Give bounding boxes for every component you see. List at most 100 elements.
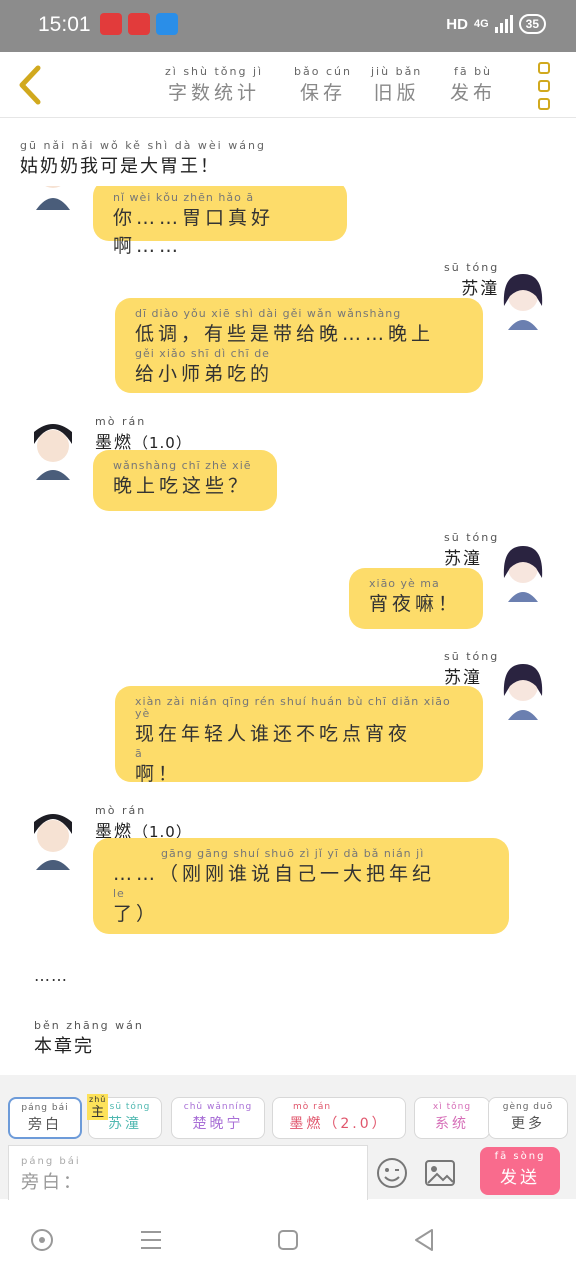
sender-pinyin: mò rán <box>95 804 147 817</box>
tag-label: 主 <box>91 1105 105 1120</box>
message-text: 了） <box>113 903 160 925</box>
chip-pinyin: xì tǒng <box>432 1102 472 1112</box>
role-chip-system[interactable]: xì tǒng 系统 <box>414 1097 490 1139</box>
avatar-sutong[interactable] <box>498 538 548 602</box>
sender-pinyin: sū tóng <box>444 261 500 274</box>
message-pinyin: xiāo yè ma <box>369 577 440 590</box>
message-pinyin: wǎnshàng chī zhè xiē <box>113 459 252 472</box>
sender-name: mò rán 墨燃（1.0） <box>95 804 192 843</box>
send-label: 发送 <box>500 1168 540 1188</box>
system-nav-bar <box>0 1200 576 1280</box>
message-pinyin: xiàn zài nián qīng rén shuí huán bù chī … <box>135 695 451 720</box>
chip-label: 墨燃（2.0） <box>289 1116 389 1132</box>
signal-label: 4G <box>473 18 489 30</box>
role-chip-sutong[interactable]: zhǔ 主 sū tóng 苏潼 <box>87 1094 162 1139</box>
app-k-icon <box>156 13 178 35</box>
avatar-moran[interactable] <box>28 806 78 870</box>
baidu-paw-icon <box>128 13 150 35</box>
message-text: ……（刚刚谁说自己一大把年纪 <box>113 863 436 885</box>
chat-title-pinyin: gū nǎi nǎi wǒ kě shì dà wèi wáng <box>20 139 266 152</box>
avatar-sutong[interactable] <box>498 656 548 720</box>
tab-word-count[interactable]: zì shù tǒng jì 字数统计 <box>165 66 263 105</box>
message-text: 现在年轻人谁还不吃点宵夜 <box>135 723 412 745</box>
chat-title: gū nǎi nǎi wǒ kě shì dà wèi wáng 姑奶奶我可是大… <box>20 140 266 178</box>
message-text: 啊！ <box>135 763 182 785</box>
narration-text: …… <box>34 966 68 985</box>
main-role-tag: zhǔ 主 <box>87 1094 109 1120</box>
image-icon[interactable] <box>424 1159 456 1187</box>
sender-name: sū tóng 苏潼 <box>444 650 500 689</box>
tab-publish-pinyin: fā bù <box>453 65 493 78</box>
message-text: 给小师弟吃的 <box>135 363 274 385</box>
app-root: 15:01 HD 4G 35 zì shù tǒng jì 字数统计 bǎo c… <box>0 0 576 1280</box>
home-icon[interactable] <box>274 1226 302 1254</box>
hd-label: HD <box>446 15 468 33</box>
sender-label: 苏潼 <box>444 549 482 569</box>
message-text: 宵夜嘛！ <box>369 593 462 615</box>
chip-label: 苏潼 <box>108 1116 142 1132</box>
message-pinyin: gāng gāng shuí shuō zì jǐ yī dà bǎ nián … <box>161 847 425 860</box>
chip-label: 楚晚宁 <box>192 1116 244 1132</box>
chip-pinyin: mò rán <box>293 1102 332 1112</box>
message-pinyin: nǐ wèi kǒu zhēn hǎo ā <box>113 191 255 204</box>
avatar-sutong[interactable] <box>498 266 548 330</box>
chip-label: 系统 <box>435 1116 469 1132</box>
send-pinyin: fā sòng <box>494 1151 546 1162</box>
role-chip-chuwanning[interactable]: chǔ wǎnníng 楚晚宁 <box>171 1097 265 1139</box>
tab-old-version-pinyin: jiù bǎn <box>371 65 423 78</box>
status-time: 15:01 <box>38 13 91 36</box>
status-right: HD 4G 35 <box>446 14 546 34</box>
input-pinyin: páng bái <box>21 1156 81 1167</box>
tab-old-version[interactable]: jiù bǎn 旧版 <box>371 66 422 105</box>
chip-pinyin: chǔ wǎnníng <box>183 1102 253 1112</box>
avatar-moran[interactable] <box>28 416 78 480</box>
input-label: 旁白： <box>21 1172 84 1193</box>
app-notification-icon <box>100 13 122 35</box>
chip-label: 更多 <box>511 1116 545 1132</box>
avatar-moran[interactable] <box>28 186 78 210</box>
message-pinyin: ā <box>135 747 143 760</box>
chip-label: 旁白 <box>28 1117 62 1133</box>
message-bubble[interactable]: dī diào yǒu xiē shì dài gěi wǎn wǎnshàng… <box>115 298 483 393</box>
chapter-end-pinyin: běn zhāng wán <box>34 1019 144 1032</box>
role-chip-moran[interactable]: mò rán 墨燃（2.0） <box>272 1097 406 1139</box>
role-chip-narrator[interactable]: páng bái 旁白 <box>8 1097 82 1139</box>
send-button[interactable]: fā sòng 发送 <box>480 1147 560 1195</box>
message-input[interactable]: páng bái 旁白： <box>8 1145 368 1201</box>
message-text: 晚上吃这些？ <box>113 475 252 497</box>
status-bar: 15:01 HD 4G 35 <box>0 0 576 52</box>
chip-pinyin: gèng duō <box>502 1102 554 1112</box>
message-bubble[interactable]: xiàn zài nián qīng rén shuí huán bù chī … <box>115 686 483 785</box>
tab-word-count-pinyin: zì shù tǒng jì <box>165 65 264 78</box>
message-pinyin: dī diào yǒu xiē shì dài gěi wǎn wǎnshàng <box>135 307 402 320</box>
message-text: 低调，有些是带给晚……晚上 <box>135 323 435 345</box>
more-menu-icon[interactable] <box>532 62 556 110</box>
message-bubble[interactable]: nǐ wèi kǒu zhēn hǎo ā 你……胃口真好啊…… <box>93 186 347 257</box>
menu-icon[interactable] <box>137 1226 165 1254</box>
sender-name: sū tóng 苏潼 <box>444 261 500 300</box>
emoji-icon[interactable] <box>376 1157 408 1189</box>
sender-pinyin: mò rán <box>95 415 147 428</box>
tab-publish-label: 发布 <box>450 82 497 104</box>
top-bar: zì shù tǒng jì 字数统计 bǎo cún 保存 jiù bǎn 旧… <box>0 52 576 118</box>
tab-publish[interactable]: fā bù 发布 <box>450 66 496 105</box>
tab-save[interactable]: bǎo cún 保存 <box>294 66 352 105</box>
message-bubble[interactable]: xiāo yè ma 宵夜嘛！ <box>349 568 483 629</box>
chapter-end-text: 本章完 <box>34 1036 94 1057</box>
tab-save-pinyin: bǎo cún <box>294 65 352 78</box>
more-roles-button[interactable]: gèng duō 更多 <box>488 1097 568 1139</box>
back-arrow-icon[interactable] <box>14 64 48 106</box>
sender-label: 苏潼 <box>444 668 482 688</box>
back-icon[interactable] <box>410 1226 438 1254</box>
chapter-end: běn zhāng wán 本章完 <box>34 1020 144 1058</box>
sender-name: sū tóng 苏潼 <box>444 532 499 570</box>
chat-list[interactable]: nǐ wèi kǒu zhēn hǎo ā 你……胃口真好啊…… sū tóng… <box>0 186 576 1074</box>
message-pinyin: le <box>113 887 125 900</box>
sender-pinyin: sū tóng <box>444 650 500 663</box>
tab-save-label: 保存 <box>299 82 346 104</box>
sender-name: mò rán 墨燃（1.0） <box>95 415 192 454</box>
message-bubble[interactable]: gāng gāng shuí shuō zì jǐ yī dà bǎ nián … <box>93 838 509 934</box>
message-bubble[interactable]: wǎnshàng chī zhè xiē 晚上吃这些？ <box>93 450 277 511</box>
chat-title-text: 姑奶奶我可是大胃王！ <box>20 156 220 177</box>
assistant-icon[interactable] <box>28 1226 56 1254</box>
